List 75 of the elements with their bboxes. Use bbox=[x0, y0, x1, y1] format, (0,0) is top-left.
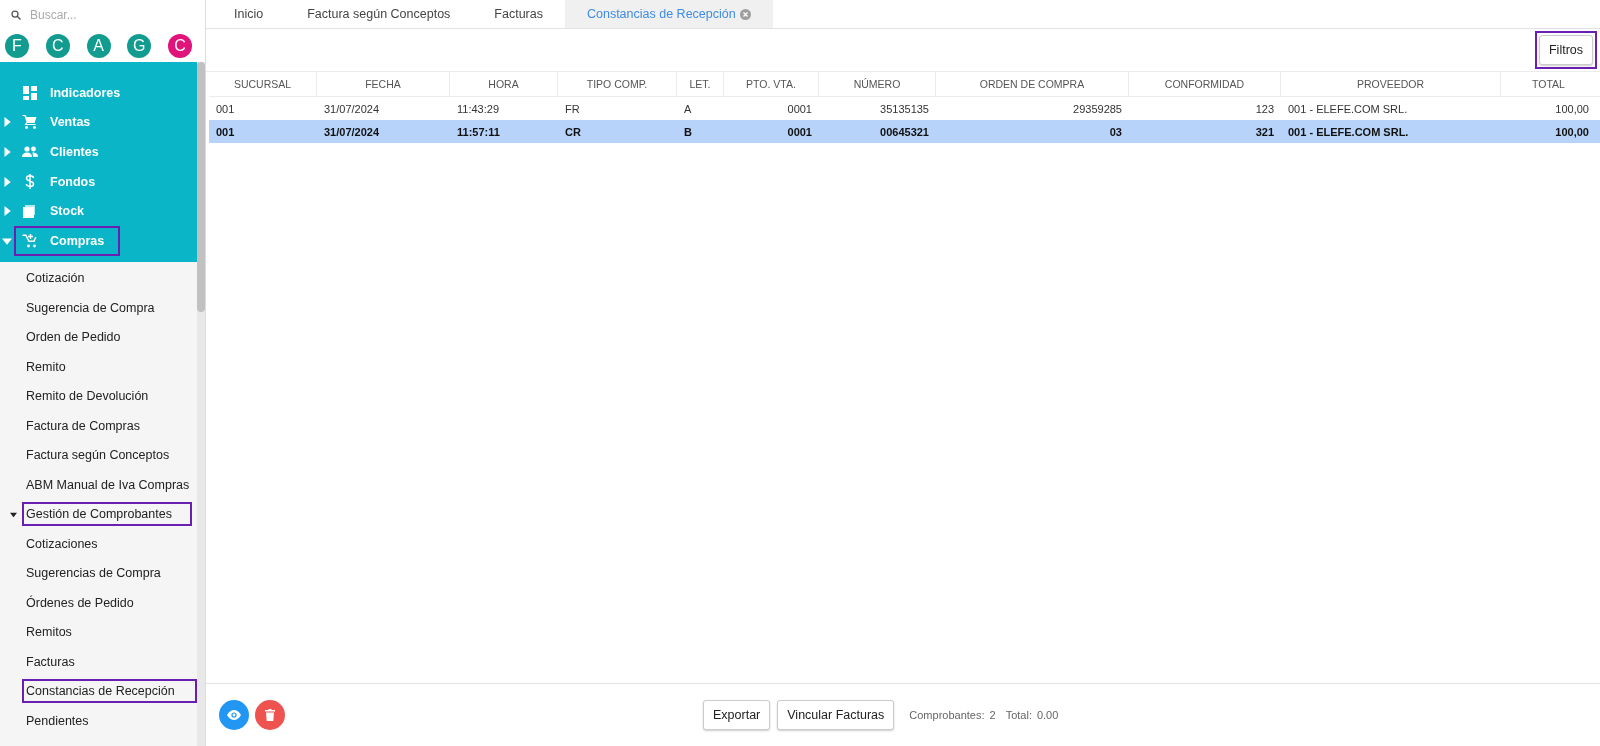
menu-item[interactable]: Facturas bbox=[22, 649, 97, 674]
stack-icon bbox=[22, 204, 38, 219]
table-cell: 0001 bbox=[787, 125, 812, 138]
table-cell: 35135135 bbox=[880, 102, 929, 115]
column-header[interactable]: SUCURSAL bbox=[209, 72, 317, 96]
menu-item[interactable]: Factura de Compras bbox=[22, 413, 160, 438]
table-cell: FR bbox=[565, 102, 580, 115]
menu-item[interactable]: Factura según Conceptos bbox=[22, 443, 190, 468]
menu-item[interactable]: Sugerencias de Compra bbox=[22, 561, 183, 586]
scrollbar-thumb[interactable] bbox=[197, 62, 205, 312]
menu-item[interactable]: Remito de Devolución bbox=[22, 384, 169, 409]
column-header[interactable]: LET. bbox=[677, 72, 724, 96]
column-header[interactable]: TOTAL bbox=[1501, 72, 1596, 96]
summary-label: Total: bbox=[1005, 709, 1032, 721]
menu-item[interactable]: Orden de Pedido bbox=[22, 325, 141, 350]
menu-item[interactable]: Cotización bbox=[22, 266, 105, 291]
avatar[interactable]: C bbox=[168, 34, 192, 58]
column-header[interactable]: ORDEN DE COMPRA bbox=[936, 72, 1129, 96]
menu-item[interactable]: Remito bbox=[22, 354, 86, 379]
people-icon bbox=[22, 146, 38, 158]
cart-add-icon bbox=[22, 233, 38, 248]
table-cell: A bbox=[684, 102, 692, 115]
table-cell: 001 - ELEFE.COM SRL. bbox=[1288, 102, 1408, 115]
eye-icon bbox=[227, 710, 241, 720]
table-cell: 001 - ELEFE.COM SRL. bbox=[1288, 125, 1409, 138]
view-button[interactable] bbox=[219, 700, 249, 730]
table-cell: 11:43:29 bbox=[457, 102, 499, 115]
table-cell: 03 bbox=[1109, 125, 1122, 138]
table-cell: 00645321 bbox=[880, 125, 929, 138]
table-cell: 001 bbox=[216, 125, 235, 138]
footer-button[interactable]: Exportar bbox=[703, 700, 771, 730]
delete-button[interactable] bbox=[255, 700, 285, 730]
table-row[interactable]: 001 31/07/2024 11:57:11 CR B 0001 00645321 03 321 001 - ELEFE.COM SRL. 100,00 bbox=[209, 120, 1600, 143]
menu-item[interactable]: Gestión de Comprobantes bbox=[22, 502, 192, 527]
filter-button[interactable]: Filtros bbox=[1538, 35, 1593, 65]
search-icon bbox=[10, 9, 22, 21]
menu-item[interactable]: Remitos bbox=[22, 620, 94, 645]
menu-item[interactable]: Constancias de Recepción bbox=[22, 679, 197, 704]
summary-value: 0.00 bbox=[1036, 709, 1059, 721]
cart-icon bbox=[22, 115, 38, 130]
table-cell: 31/07/2024 bbox=[324, 102, 380, 115]
table-cell: 321 bbox=[1255, 125, 1274, 138]
summary-label: Comprobantes: bbox=[909, 709, 985, 721]
trash-icon bbox=[265, 709, 275, 721]
table-cell: 0001 bbox=[787, 102, 812, 115]
menu-item[interactable]: Cotizaciones bbox=[22, 531, 120, 556]
menu-item[interactable]: Pendientes bbox=[22, 708, 109, 733]
table-cell: B bbox=[684, 125, 692, 138]
column-header[interactable]: PTO. VTA. bbox=[724, 72, 819, 96]
table-row[interactable]: 001 31/07/2024 11:43:29 FR A 0001 35135135 29359285 123 001 - ELEFE.COM SRL. 100,00 bbox=[209, 97, 1600, 120]
column-header[interactable]: FECHA bbox=[317, 72, 450, 96]
table-cell: 001 bbox=[216, 102, 235, 115]
summary-value: 2 bbox=[989, 709, 996, 721]
dashboard-icon bbox=[22, 85, 38, 100]
menu-item[interactable]: Sugerencia de Compra bbox=[22, 295, 175, 320]
table-cell: CR bbox=[565, 125, 581, 138]
column-header[interactable]: TIPO COMP. bbox=[558, 72, 677, 96]
column-header[interactable]: CONFORMIDAD bbox=[1129, 72, 1281, 96]
table-cell: 100,00 bbox=[1555, 125, 1589, 138]
footer-button[interactable]: Vincular Facturas bbox=[777, 700, 895, 730]
column-header[interactable]: PROVEEDOR bbox=[1281, 72, 1501, 96]
tab[interactable]: Factura según Conceptos bbox=[285, 0, 473, 28]
tab[interactable]: Inicio bbox=[212, 0, 286, 28]
search-field[interactable]: Buscar... bbox=[28, 7, 187, 23]
column-header[interactable]: HORA bbox=[450, 72, 558, 96]
table-cell: 31/07/2024 bbox=[324, 125, 380, 138]
menu-item[interactable]: Órdenes de Pedido bbox=[22, 590, 156, 615]
table-cell: 29359285 bbox=[1073, 102, 1122, 115]
menu-item[interactable]: ABM Manual de Iva Compras bbox=[22, 472, 210, 497]
table-cell: 123 bbox=[1255, 102, 1274, 115]
table-cell: 100,00 bbox=[1555, 102, 1589, 115]
table-cell: 11:57:11 bbox=[457, 125, 500, 138]
tab[interactable]: Facturas bbox=[472, 0, 565, 28]
close-icon[interactable] bbox=[739, 8, 751, 20]
column-header[interactable]: NÚMERO bbox=[819, 72, 936, 96]
